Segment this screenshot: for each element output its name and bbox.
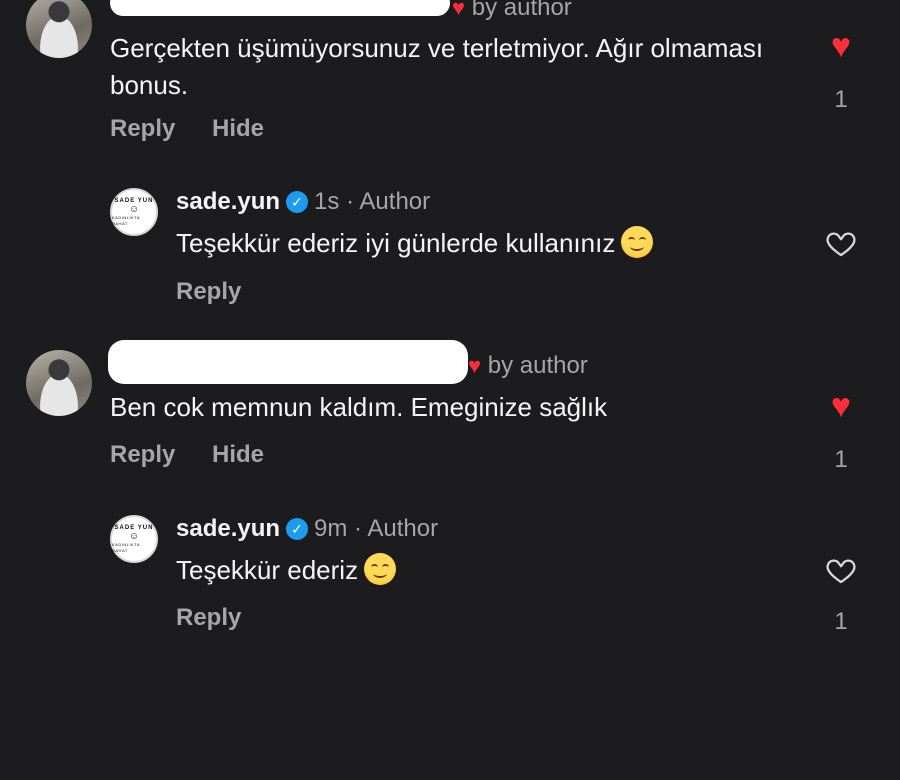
brand-logo-icon: ☺	[128, 530, 140, 542]
redacted-username	[110, 0, 450, 16]
by-author-label: by author	[487, 352, 588, 379]
brand-avatar[interactable]: SADE YUN ☺ KADINLIKTA RAHAT	[110, 188, 158, 236]
author-liked-heart-icon: ♥	[452, 0, 466, 20]
reply-header: sade.yun ✓ 1s · Author	[176, 188, 430, 216]
brand-avatar-bottom-text: KADINLIKTA RAHAT	[112, 214, 140, 226]
commenter-avatar[interactable]	[26, 0, 92, 58]
heart-outline-icon[interactable]	[824, 554, 858, 586]
comment-meta: ♥ by author	[468, 352, 588, 380]
heart-outline-icon[interactable]	[824, 227, 858, 259]
author-label: Author	[359, 188, 431, 215]
reply-text-content: Teşekkür ederiz	[176, 555, 359, 585]
smiling-face-emoji-icon	[621, 226, 654, 258]
reply-username[interactable]: sade.yun	[176, 188, 280, 215]
reply-time: 1s	[314, 188, 340, 215]
separator-dot: ·	[339, 188, 360, 215]
brand-logo-icon: ☺	[128, 203, 140, 215]
reply-button[interactable]: Reply	[110, 115, 175, 143]
reply-text: Teşekkür ederiz	[176, 552, 397, 589]
reply-button[interactable]: Reply	[110, 441, 175, 469]
like-count: 1	[834, 608, 848, 635]
separator-dot: ·	[347, 515, 368, 542]
heart-filled-icon[interactable]: ♥	[824, 389, 858, 423]
reply-text: Teşekkür ederiz iyi günlerde kullanınız	[176, 225, 654, 262]
comment-text: Ben cok memnun kaldım. Emeginize sağlık	[110, 392, 608, 422]
by-author-label: by author	[471, 0, 572, 21]
reply-text-content: Teşekkür ederiz iyi günlerde kullanınız	[176, 228, 616, 258]
like-count: 1	[834, 446, 848, 473]
hide-button[interactable]: Hide	[212, 441, 264, 469]
reply-button[interactable]: Reply	[176, 278, 241, 306]
verified-badge-icon: ✓	[286, 191, 309, 213]
reply-header: sade.yun ✓ 9m · Author	[176, 515, 438, 543]
like-count: 1	[834, 86, 848, 113]
verified-badge-icon: ✓	[286, 518, 309, 540]
smiling-face-emoji-icon	[364, 553, 397, 585]
brand-avatar-bottom-text: KADINLIKTA RAHAT	[112, 541, 140, 553]
reply-time: 9m	[314, 515, 348, 542]
brand-avatar[interactable]: SADE YUN ☺ KADINLIKTA RAHAT	[110, 515, 158, 563]
heart-filled-icon[interactable]: ♥	[824, 29, 858, 63]
comment-text: Gerçekten üşümüyorsunuz ve terletmiyor. …	[110, 33, 764, 100]
commenter-avatar[interactable]	[26, 350, 92, 416]
hide-button[interactable]: Hide	[212, 115, 264, 143]
author-label: Author	[367, 515, 439, 542]
comment-meta: ♥ by author	[452, 0, 572, 22]
reply-button[interactable]: Reply	[176, 604, 241, 632]
author-liked-heart-icon: ♥	[468, 353, 482, 378]
reply-username[interactable]: sade.yun	[176, 515, 280, 542]
redacted-username	[108, 340, 468, 384]
